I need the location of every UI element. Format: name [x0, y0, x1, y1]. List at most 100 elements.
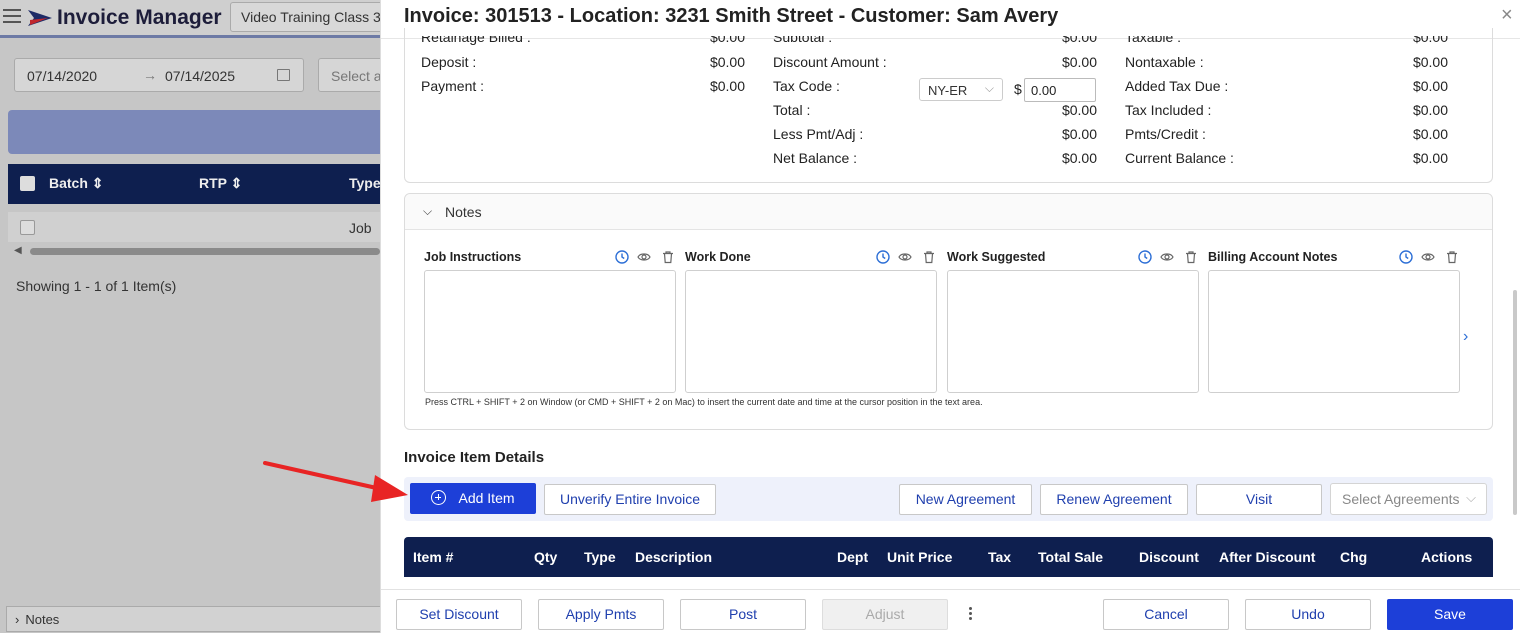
subtotal-value: $0.00	[1061, 29, 1097, 45]
apply-pmts-button[interactable]: Apply Pmts	[538, 599, 664, 630]
add-item-button[interactable]: Add Item	[410, 483, 536, 514]
unverify-invoice-button[interactable]: Unverify Entire Invoice	[544, 484, 716, 515]
notes-header[interactable]: ⌵ Notes	[405, 194, 1492, 230]
clock-icon[interactable]	[1138, 250, 1152, 264]
invoice-drawer: Invoice: 301513 - Location: 3231 Smith S…	[380, 0, 1520, 633]
net-balance-label: Net Balance :	[773, 150, 858, 166]
trash-icon[interactable]	[661, 250, 675, 264]
table-row[interactable]: Job	[8, 212, 388, 242]
close-icon[interactable]: ×	[1501, 4, 1513, 27]
arrow-right-icon: →	[143, 67, 157, 83]
vertical-scrollbar[interactable]	[1513, 290, 1517, 515]
notes-hint: Press CTRL + SHIFT + 2 on Window (or CMD…	[425, 397, 983, 407]
col-chg[interactable]: Chg	[1340, 549, 1367, 565]
col-batch[interactable]: Batch ⇕	[49, 175, 104, 192]
invoice-summary: Retainage Billed : $0.00 Deposit : $0.00…	[404, 28, 1493, 183]
new-agreement-button[interactable]: New Agreement	[899, 484, 1032, 515]
tax-amount-input[interactable]: 0.00	[1024, 78, 1096, 102]
col-after-discount[interactable]: After Discount	[1219, 549, 1315, 565]
total-value: $0.00	[1061, 102, 1097, 118]
col-qty[interactable]: Qty	[534, 549, 557, 565]
payment-value: $0.00	[709, 78, 745, 94]
eye-icon[interactable]	[1421, 250, 1435, 264]
discount-amount-value: $0.00	[1061, 54, 1097, 70]
renew-agreement-button[interactable]: Renew Agreement	[1040, 484, 1188, 515]
drawer-footer: Set Discount Apply Pmts Post Adjust Canc…	[381, 589, 1520, 633]
save-button[interactable]: Save	[1387, 599, 1513, 630]
red-arrow-annotation	[263, 461, 408, 502]
logo-icon	[28, 10, 52, 26]
set-discount-button[interactable]: Set Discount	[396, 599, 522, 630]
trash-icon[interactable]	[1445, 250, 1459, 264]
notes-panel-toggle[interactable]: › Notes	[6, 606, 386, 632]
note-title: Work Suggested	[947, 250, 1046, 264]
nontaxable-value: $0.00	[1412, 54, 1448, 70]
tax-included-value: $0.00	[1412, 102, 1448, 118]
col-item-number[interactable]: Item #	[413, 549, 453, 565]
background-page: Invoice Manager Video Training Class 3 0…	[0, 0, 390, 633]
date-range-picker[interactable]: 07/14/2020 → 07/14/2025	[14, 58, 304, 92]
col-actions[interactable]: Actions	[1421, 549, 1472, 565]
pager-info: Showing 1 - 1 of 1 Item(s)	[16, 278, 177, 294]
note-textarea[interactable]	[947, 270, 1199, 393]
eye-icon[interactable]	[637, 250, 651, 264]
row-checkbox[interactable]	[20, 220, 35, 235]
row-type: Job	[349, 220, 372, 236]
eye-icon[interactable]	[898, 250, 912, 264]
cancel-button[interactable]: Cancel	[1103, 599, 1229, 630]
total-label: Total :	[773, 102, 811, 118]
notes-section: ⌵ Notes Job Instructions Work Done Work …	[404, 193, 1493, 430]
undo-button[interactable]: Undo	[1245, 599, 1371, 630]
less-pmt-label: Less Pmt/Adj :	[773, 126, 864, 142]
added-tax-value: $0.00	[1412, 78, 1448, 94]
date-from: 07/14/2020	[27, 68, 98, 84]
col-total-sale[interactable]: Total Sale	[1038, 549, 1103, 565]
more-options-icon[interactable]	[969, 607, 972, 622]
plus-circle-icon	[431, 490, 447, 505]
clock-icon[interactable]	[1399, 250, 1413, 264]
adjust-button[interactable]: Adjust	[822, 599, 948, 630]
col-unit-price[interactable]: Unit Price	[887, 549, 952, 565]
date-to: 07/14/2025	[165, 68, 236, 84]
calendar-icon	[277, 69, 290, 81]
note-textarea[interactable]	[424, 270, 676, 393]
trash-icon[interactable]	[922, 250, 936, 264]
chevron-right-icon[interactable]: ›	[1463, 328, 1468, 346]
col-tax[interactable]: Tax	[988, 549, 1011, 565]
col-description[interactable]: Description	[635, 549, 712, 565]
note-textarea[interactable]	[1208, 270, 1460, 393]
col-type[interactable]: Type	[584, 549, 616, 565]
eye-icon[interactable]	[1160, 250, 1174, 264]
horizontal-scrollbar[interactable]	[30, 248, 380, 255]
pmts-credit-value: $0.00	[1412, 126, 1448, 142]
chevron-down-icon: ⌵	[984, 81, 994, 95]
notes-title: Notes	[445, 204, 482, 220]
deposit-label: Deposit :	[421, 54, 477, 70]
visit-button[interactable]: Visit	[1196, 484, 1322, 515]
post-button[interactable]: Post	[680, 599, 806, 630]
clock-icon[interactable]	[876, 250, 890, 264]
filter-select[interactable]: Select a	[318, 58, 388, 92]
less-pmt-value: $0.00	[1061, 126, 1097, 142]
items-table-header: Item # Qty Type Description Dept Unit Pr…	[404, 537, 1493, 577]
grid-header: Batch ⇕ RTP ⇕ Type	[8, 164, 388, 204]
scroll-left-icon[interactable]: ◀	[14, 245, 22, 256]
filter-bar	[8, 110, 388, 154]
col-rtp[interactable]: RTP ⇕	[199, 175, 242, 192]
tax-code-select[interactable]: NY-ER ⌵	[919, 78, 1003, 101]
clock-icon[interactable]	[615, 250, 629, 264]
col-dept[interactable]: Dept	[837, 549, 868, 565]
payment-label: Payment :	[421, 78, 485, 94]
select-agreements-dropdown[interactable]: Select Agreements ⌵	[1330, 483, 1487, 515]
col-discount[interactable]: Discount	[1139, 549, 1199, 565]
hamburger-icon[interactable]	[3, 9, 21, 25]
app-title: Invoice Manager	[57, 6, 222, 29]
chevron-right-icon: ›	[15, 612, 20, 627]
col-type[interactable]: Type	[349, 175, 381, 191]
discount-amount-label: Discount Amount :	[773, 54, 887, 70]
company-tab[interactable]: Video Training Class 3	[230, 2, 390, 32]
trash-icon[interactable]	[1184, 250, 1198, 264]
note-textarea[interactable]	[685, 270, 937, 393]
note-title: Work Done	[685, 250, 751, 264]
select-all-checkbox[interactable]	[20, 176, 35, 191]
